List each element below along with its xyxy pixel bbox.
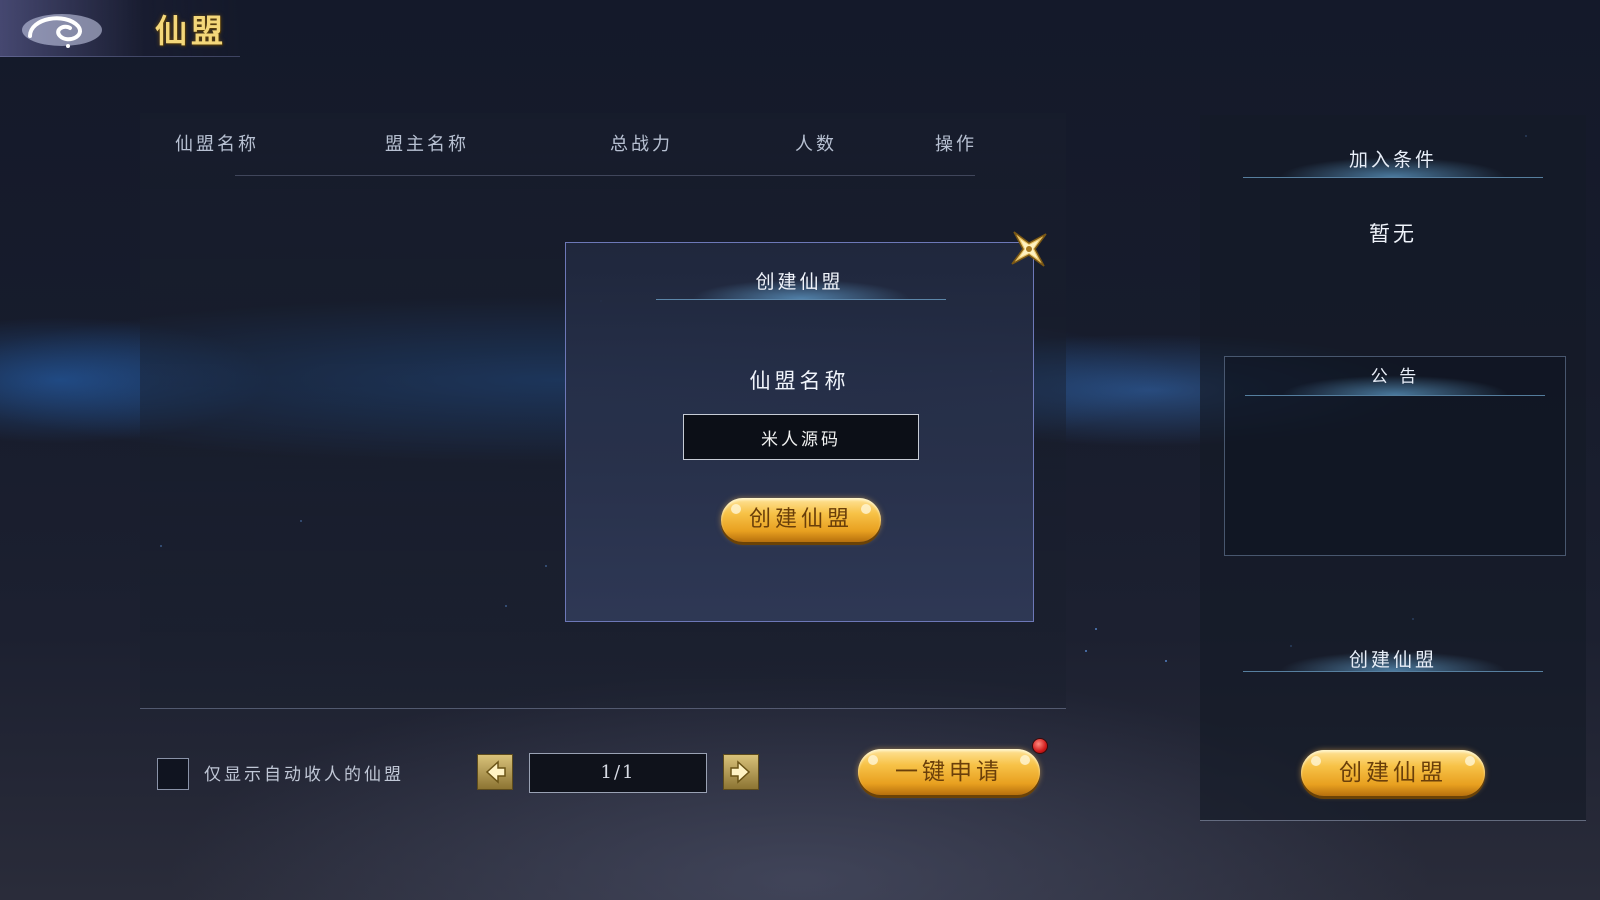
notice-title: 公 告 [1370, 367, 1420, 387]
column-header-leader-name: 盟主名称 [385, 134, 469, 155]
column-header-members: 人数 [795, 134, 837, 155]
one-click-apply-button[interactable]: 一键申请 [858, 749, 1040, 795]
header-divider [235, 175, 975, 176]
button-ornament [1465, 756, 1475, 766]
column-header-actions: 操作 [935, 134, 977, 155]
column-header-total-power: 总战力 [610, 134, 673, 155]
column-header-alliance-name: 仙盟名称 [175, 134, 259, 155]
button-ornament [731, 504, 741, 514]
one-click-apply-label: 一键申请 [895, 759, 1003, 785]
alliance-name-input[interactable] [683, 414, 919, 460]
create-alliance-submit-button[interactable]: 创建仙盟 [721, 498, 881, 542]
create-alliance-button[interactable]: 创建仙盟 [1301, 750, 1485, 796]
join-conditions-value: 暂无 [1369, 222, 1417, 246]
create-alliance-section-title: 创建仙盟 [1348, 649, 1437, 671]
auto-accept-filter-checkbox[interactable] [157, 758, 189, 790]
create-alliance-submit-label: 创建仙盟 [748, 507, 853, 532]
arrow-left-icon [485, 760, 506, 784]
create-alliance-dialog: 创建仙盟 仙盟名称 创建仙盟 [565, 242, 1034, 622]
button-ornament [868, 755, 878, 765]
alliance-name-label: 仙盟名称 [749, 369, 850, 393]
button-ornament [861, 504, 871, 514]
header-logo: 仙盟 [0, 0, 240, 57]
modal-title: 创建仙盟 [755, 271, 844, 293]
page-title: 仙盟 [155, 12, 228, 50]
join-conditions-title: 加入条件 [1348, 149, 1437, 171]
button-ornament [1311, 756, 1321, 766]
auto-accept-filter-label: 仅显示自动收人的仙盟 [204, 765, 404, 785]
button-ornament [1020, 755, 1030, 765]
alliance-info-panel: 加入条件 暂无 公 告 创建仙盟 创建仙盟 [1200, 115, 1586, 821]
arrow-right-icon [730, 760, 751, 784]
close-icon[interactable] [1010, 230, 1048, 268]
create-alliance-button-label: 创建仙盟 [1339, 760, 1447, 786]
cloud-swirl-icon [22, 14, 102, 48]
notification-dot-icon [1032, 738, 1048, 754]
notice-box: 公 告 [1224, 356, 1566, 556]
page-indicator: 1/1 [529, 753, 707, 793]
next-page-button[interactable] [723, 754, 759, 790]
previous-page-button[interactable] [477, 754, 513, 790]
